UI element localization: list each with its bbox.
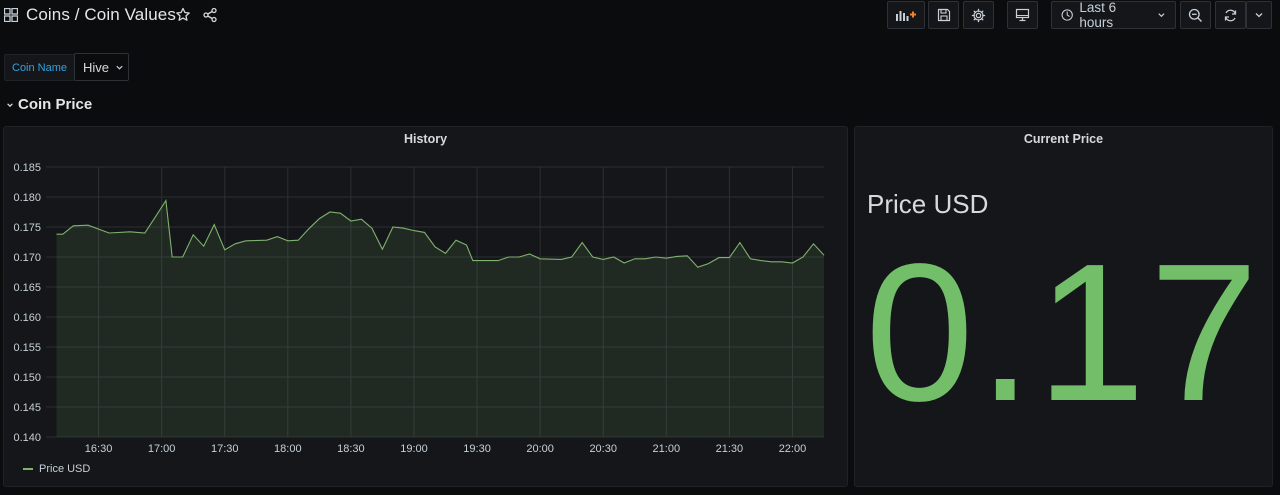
- settings-button[interactable]: [963, 1, 994, 29]
- refresh-interval-dropdown[interactable]: [1246, 1, 1272, 29]
- history-panel: History 0.185 0.180 0.175 0.170 0.165 0.160 0.…: [3, 126, 848, 487]
- x-tick-label: 22:00: [779, 443, 807, 455]
- dashboard-grid-icon[interactable]: [4, 8, 18, 22]
- chevron-down-icon: [1158, 13, 1165, 18]
- coin-name-value: Hive: [83, 59, 110, 75]
- y-tick-label: 0.185: [13, 162, 41, 174]
- zoom-out-icon: [1188, 8, 1202, 22]
- y-tick-label: 0.160: [13, 312, 41, 324]
- y-tick-label: 0.150: [13, 372, 41, 384]
- zoom-out-button[interactable]: [1180, 1, 1211, 29]
- legend-item-price-usd[interactable]: Price USD: [39, 463, 90, 475]
- x-tick-label: 21:00: [653, 443, 681, 455]
- chevron-down-icon: [116, 65, 123, 70]
- add-panel-icon: [896, 11, 916, 21]
- x-tick-label: 17:00: [148, 443, 176, 455]
- view-mode-button[interactable]: [1007, 1, 1038, 29]
- add-panel-button[interactable]: [887, 1, 925, 29]
- chevron-down-icon: [1255, 13, 1263, 18]
- legend-swatch: [23, 468, 33, 470]
- x-tick-label: 20:30: [589, 443, 617, 455]
- x-tick-label: 19:00: [400, 443, 428, 455]
- x-tick-label: 18:00: [274, 443, 302, 455]
- time-range-picker[interactable]: Last 6 hours: [1051, 0, 1176, 30]
- current-price-panel: Current Price Price USD 0.17: [854, 126, 1273, 487]
- monitor-icon: [1015, 8, 1030, 22]
- y-tick-label: 0.140: [13, 432, 41, 444]
- refresh-icon: [1224, 9, 1237, 21]
- x-tick-label: 21:30: [716, 443, 744, 455]
- chevron-down-icon: [7, 102, 13, 107]
- gear-icon: [971, 8, 986, 22]
- x-tick-label: 17:30: [211, 443, 239, 455]
- history-chart[interactable]: 0.185 0.180 0.175 0.170 0.165 0.160 0.155 0.150…: [4, 127, 849, 457]
- y-tick-label: 0.180: [13, 192, 41, 204]
- x-tick-label: 18:30: [337, 443, 365, 455]
- coin-name-select[interactable]: Hive: [74, 53, 129, 81]
- row-title: Coin Price: [18, 96, 93, 113]
- time-range-label: Last 6 hours: [1079, 0, 1117, 30]
- legend: Price USD: [23, 463, 90, 475]
- stat-label: Price USD: [867, 189, 989, 219]
- y-tick-label: 0.170: [13, 252, 41, 264]
- variable-label-coin-name: Coin Name: [4, 54, 76, 81]
- series-area: [56, 200, 824, 437]
- star-icon[interactable]: [175, 7, 191, 23]
- refresh-button[interactable]: [1215, 1, 1246, 29]
- x-tick-label: 19:30: [463, 443, 491, 455]
- x-tick-label: 16:30: [85, 443, 113, 455]
- stat-value: 0.17: [865, 223, 1263, 442]
- y-tick-label: 0.175: [13, 222, 41, 234]
- save-dashboard-button[interactable]: [928, 1, 959, 29]
- save-icon: [937, 8, 950, 22]
- row-header-coin-price[interactable]: Coin Price: [6, 96, 92, 113]
- clock-icon: [1061, 9, 1073, 21]
- y-tick-label: 0.155: [13, 342, 41, 354]
- share-icon[interactable]: [202, 7, 218, 23]
- y-tick-label: 0.145: [13, 402, 41, 414]
- top-bar: Coins / Coin Values Last 6 hours: [0, 0, 1280, 32]
- x-tick-label: 20:00: [526, 443, 554, 455]
- panel-title[interactable]: Current Price: [855, 132, 1272, 146]
- dashboard-title[interactable]: Coins / Coin Values: [26, 5, 176, 25]
- y-tick-label: 0.165: [13, 282, 41, 294]
